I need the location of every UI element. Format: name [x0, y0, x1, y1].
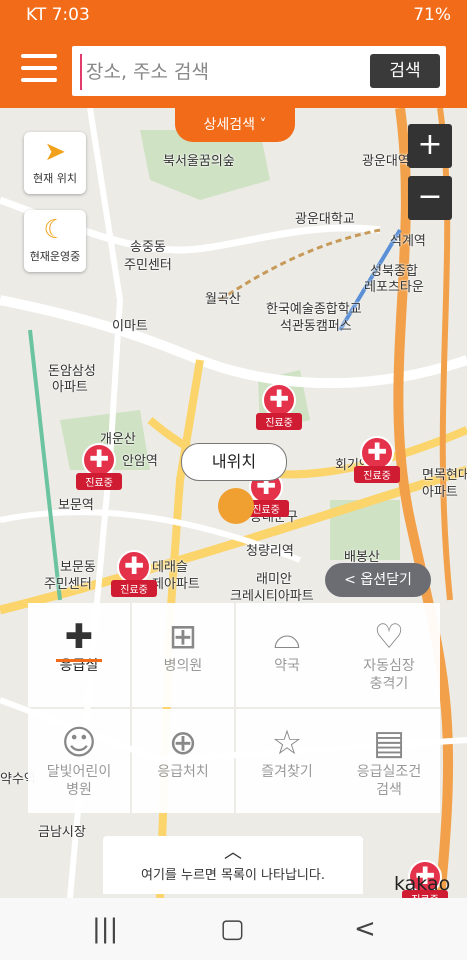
map-label: 광운대학교 — [295, 212, 355, 227]
first-aid-button[interactable]: ⊕ 응급처치 — [132, 709, 234, 813]
map-label: 보문역 — [58, 498, 94, 513]
hospital-status-tag: 진료중 — [354, 466, 400, 483]
search-box: 검색 — [72, 46, 446, 96]
er-condition-label-line1: 응급실조건 — [356, 764, 422, 780]
menu-icon[interactable] — [21, 54, 57, 84]
category-grid: ✚ 응급실 ⊞ 병의원 ⌓ 약국 ♡ 자동심장 충격기 ☺ 달빛어린이 병원 ⊕… — [28, 603, 440, 813]
star-icon: ☆ — [271, 723, 303, 763]
emergency-room-button[interactable]: ✚ 응급실 — [28, 603, 130, 707]
first-aid-label: 응급처치 — [157, 764, 209, 780]
map-label: 주민센터 — [44, 577, 92, 592]
map-label: 북서울꿈의숲 — [163, 154, 235, 169]
hospital-clinic-button[interactable]: ⊞ 병의원 — [132, 603, 234, 707]
moonlight-label-line2: 병원 — [66, 782, 92, 798]
moonlight-label-line1: 달빛어린이 — [46, 764, 112, 780]
hospital-marker[interactable]: ✚진료중 — [354, 436, 400, 483]
hospital-marker[interactable]: ✚진료중 — [76, 443, 122, 490]
location-arrow-icon: ➤ — [44, 137, 66, 167]
zoom-in-button[interactable]: + — [408, 124, 452, 168]
pharmacy-label: 약국 — [274, 658, 300, 674]
map-label: 금남시장 — [38, 825, 86, 840]
hospital-status-tag: 진료중 — [111, 580, 157, 597]
search-button[interactable]: 검색 — [370, 54, 440, 88]
favorites-label: 즐겨찾기 — [261, 764, 313, 780]
map-label: 크레시티아파트 — [230, 589, 314, 604]
hospital-status-tag: 진료중 — [256, 413, 302, 430]
operating-now-button[interactable]: ☾ 현재운영중 — [24, 210, 86, 272]
recent-apps-icon[interactable]: ||| — [92, 914, 118, 944]
map-label: 월곡산 — [205, 292, 241, 307]
map-label: 아파트 — [422, 485, 458, 500]
system-nav-bar: ||| ▢ < — [0, 898, 467, 960]
moon-icon: ☾ — [43, 215, 67, 245]
status-bar: KT 7:03 71% — [0, 0, 467, 32]
map-label: 송중동 — [130, 240, 166, 255]
search-input[interactable] — [80, 54, 368, 90]
map-label: 레포츠타운 — [364, 280, 424, 295]
operating-now-label: 현재운영중 — [29, 250, 81, 263]
home-icon[interactable]: ▢ — [220, 914, 245, 944]
map-label: 아파트 — [52, 380, 88, 395]
emergency-cross-icon: ✚ — [64, 617, 94, 657]
my-location-marker — [218, 488, 254, 524]
map-label: 석관동캠퍼스 — [280, 319, 352, 334]
favorites-button[interactable]: ☆ 즐겨찾기 — [236, 709, 338, 813]
moonlight-children-hospital-button[interactable]: ☺ 달빛어린이 병원 — [28, 709, 130, 813]
current-location-button[interactable]: ➤ 현재 위치 — [24, 132, 86, 194]
current-location-label: 현재 위치 — [33, 172, 77, 185]
battery-level: 71% — [413, 5, 451, 25]
hospital-status-tag: 진료중 — [76, 473, 122, 490]
list-toggle[interactable]: ︿ 여기를 누르면 목록이 나타납니다. — [103, 836, 363, 894]
er-condition-label-line2: 검색 — [376, 782, 402, 798]
carrier-time: KT 7:03 — [26, 5, 90, 25]
hospital-clinic-label: 병의원 — [163, 658, 203, 674]
aed-label-line2: 충격기 — [369, 676, 409, 692]
heartbeat-icon: ♡ — [373, 617, 405, 657]
map-label: 청량리역 — [246, 544, 294, 559]
map-label: 광운대역 — [362, 154, 410, 169]
map-label: 이마트 — [112, 319, 148, 334]
app-bar: 검색 — [0, 32, 467, 108]
hospital-marker[interactable]: ✚진료중 — [111, 550, 157, 597]
kakao-logo: kakao — [394, 873, 451, 895]
mortar-icon: ⌓ — [273, 617, 301, 657]
hospital-building-icon: ⊞ — [168, 617, 198, 657]
close-options-button[interactable]: < 옵션닫기 — [325, 563, 431, 597]
zoom-out-button[interactable]: − — [408, 176, 452, 220]
list-hint-text: 여기를 누르면 목록이 나타납니다. — [141, 868, 325, 883]
monitor-icon: ▤ — [372, 723, 406, 763]
child-face-icon: ☺ — [61, 723, 97, 763]
map-label: 제아파트 — [152, 577, 200, 592]
first-aid-kit-icon: ⊕ — [168, 723, 198, 763]
chevron-up-icon: ︿ — [224, 842, 242, 863]
back-icon[interactable]: < — [354, 914, 376, 944]
er-condition-search-button[interactable]: ▤ 응급실조건 검색 — [338, 709, 440, 813]
pharmacy-button[interactable]: ⌓ 약국 — [236, 603, 338, 707]
map-label: 주민센터 — [124, 258, 172, 273]
map-label: 안암역 — [122, 454, 158, 469]
hospital-marker[interactable]: ✚진료중 — [256, 383, 302, 430]
my-location-bubble: 내위치 — [181, 443, 287, 481]
map-label: 석계역 — [390, 234, 426, 249]
aed-button[interactable]: ♡ 자동심장 충격기 — [338, 603, 440, 707]
aed-label-line1: 자동심장 — [363, 658, 415, 674]
detail-search-tab[interactable]: 상세검색 ˅ — [175, 108, 295, 142]
